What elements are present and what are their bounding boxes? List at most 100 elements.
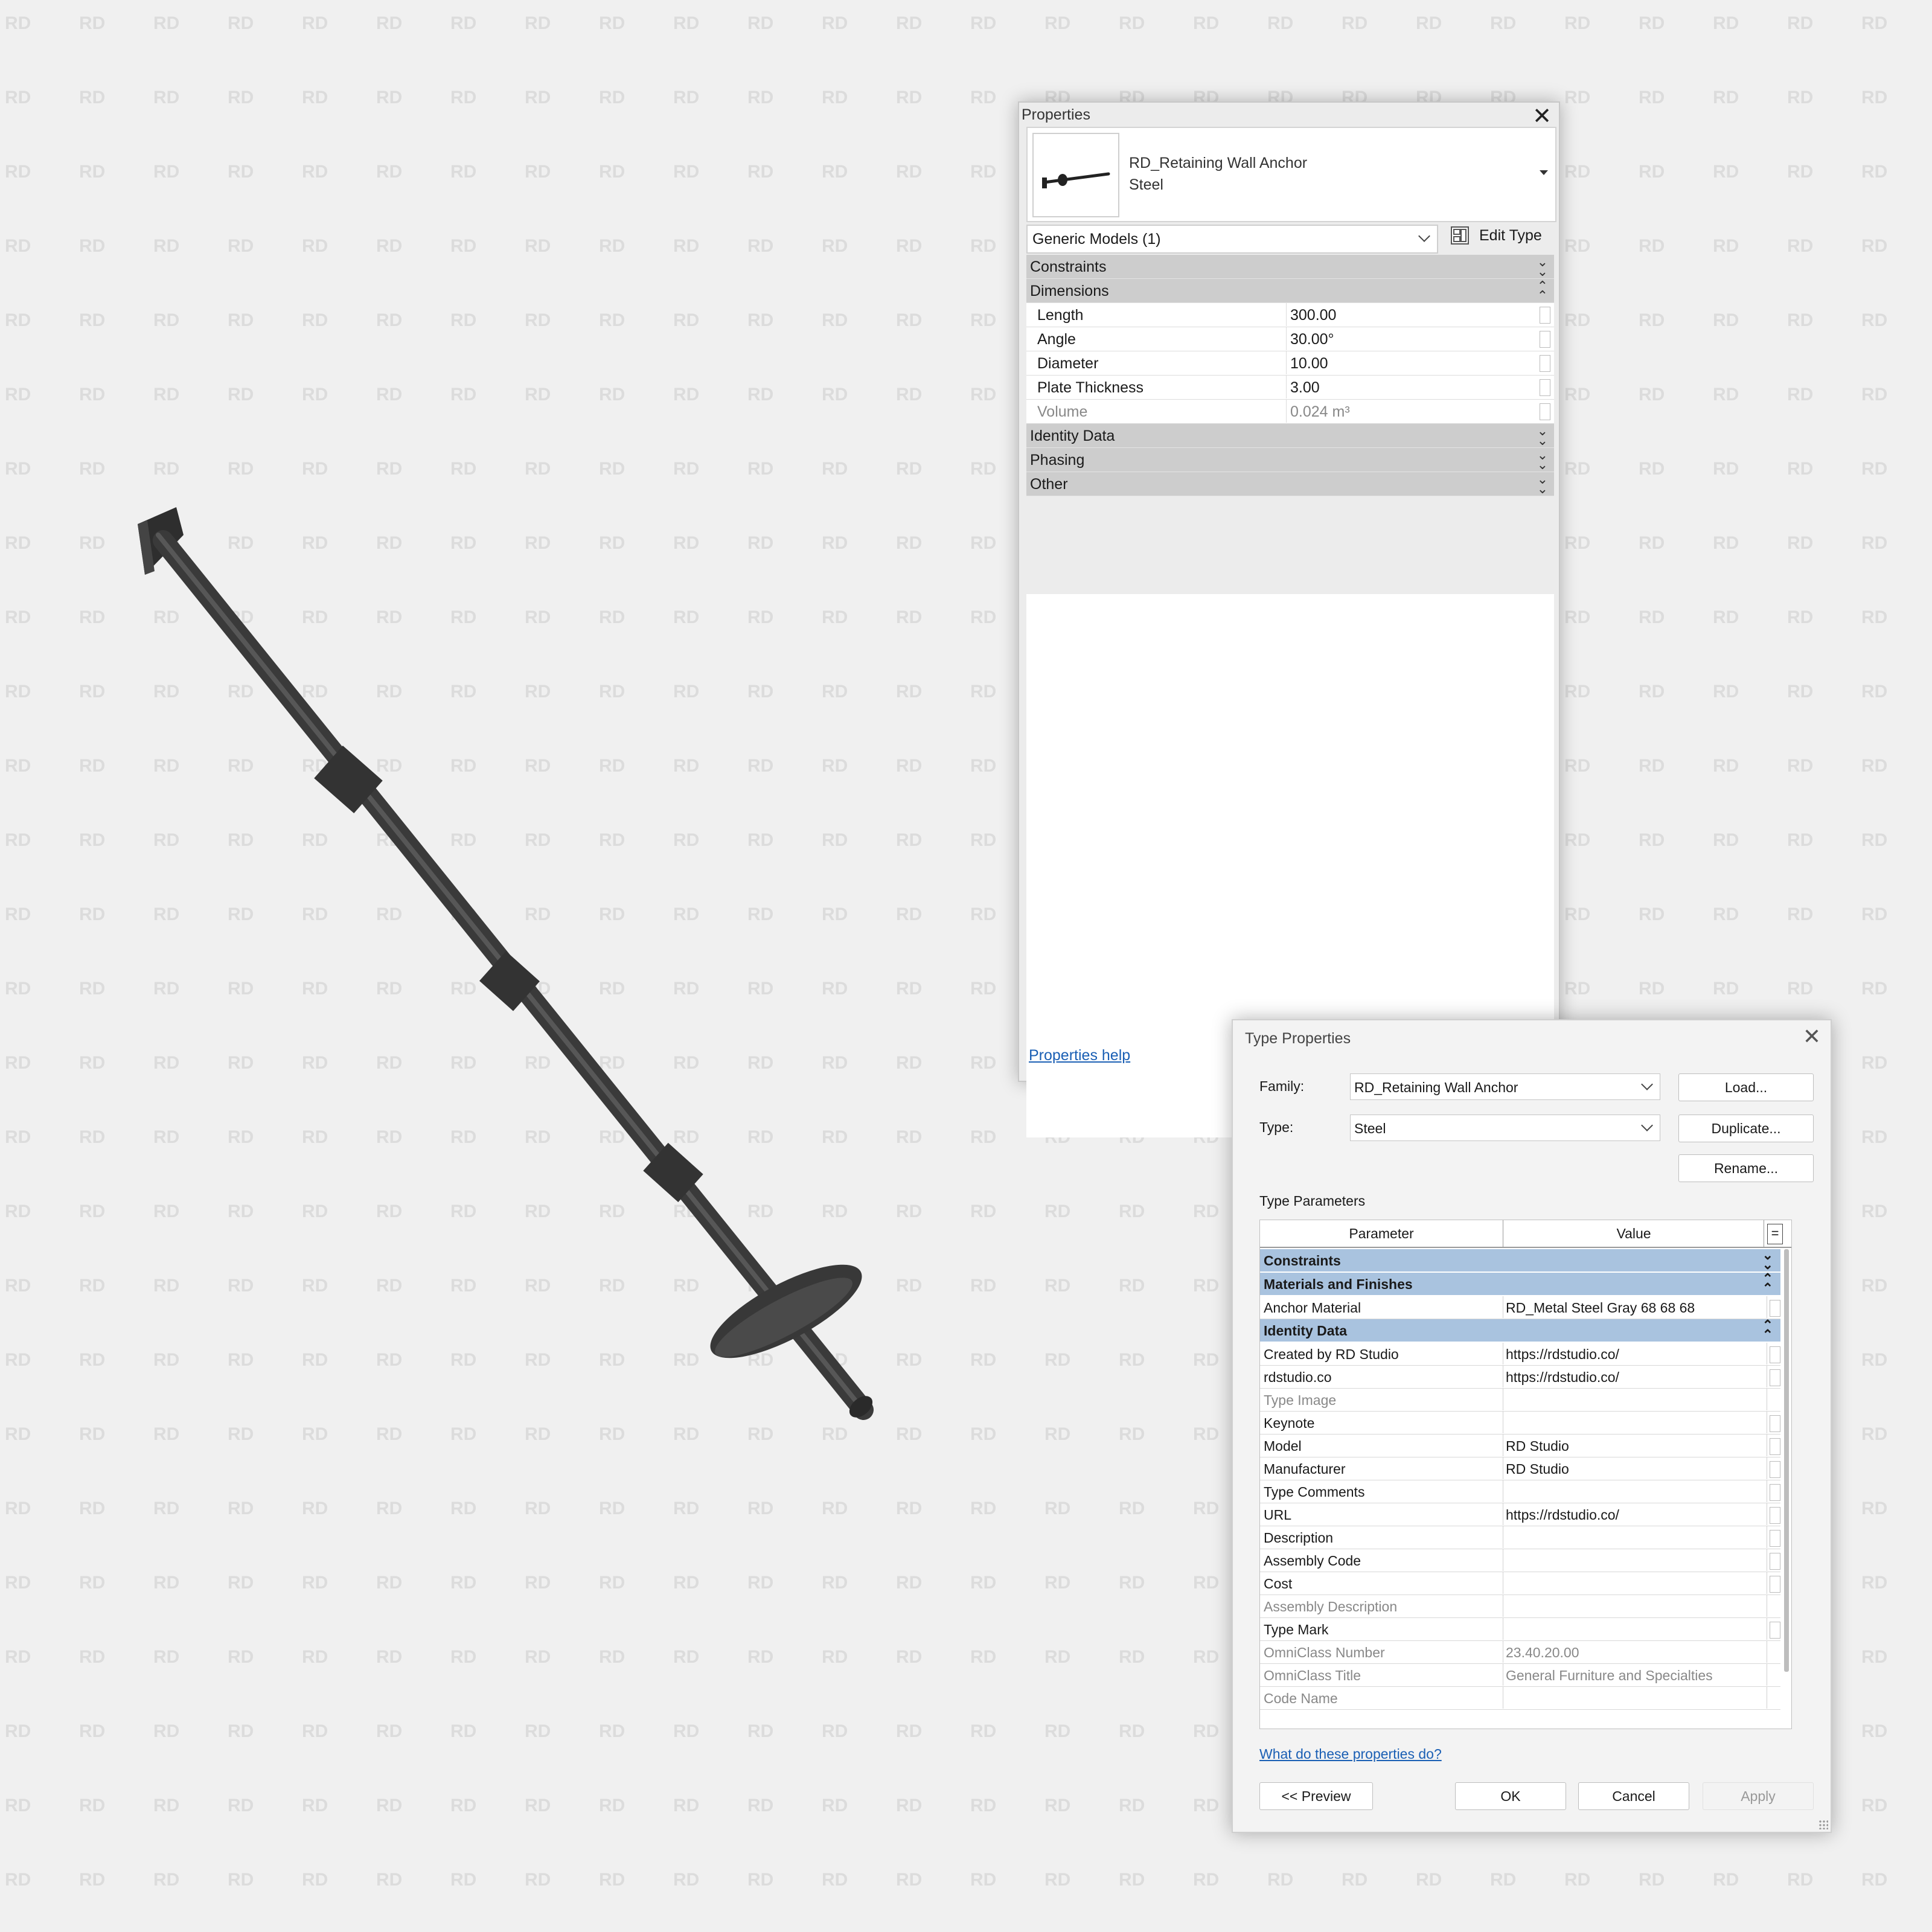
load-button[interactable]: Load... — [1678, 1073, 1814, 1101]
watermark-text: RD — [1416, 13, 1442, 33]
table-row[interactable]: Description — [1260, 1526, 1780, 1549]
table-group-identity-data[interactable]: Identity Data ⌃ ⌃ — [1260, 1319, 1780, 1343]
parameter-value-field[interactable] — [1503, 1572, 1767, 1594]
watermark-text: RD — [1639, 979, 1665, 999]
3d-viewport[interactable] — [0, 0, 990, 1932]
associate-parameter-button[interactable] — [1770, 1438, 1780, 1455]
column-header-parameter[interactable]: Parameter — [1260, 1220, 1503, 1247]
associate-parameter-button[interactable] — [1770, 1530, 1780, 1547]
close-icon[interactable]: ✕ — [1803, 1024, 1821, 1049]
watermark-text: RD — [1787, 88, 1814, 107]
table-row[interactable]: Assembly Code — [1260, 1549, 1780, 1572]
parameter-value-field[interactable]: RD_Metal Steel Gray 68 68 68 — [1503, 1296, 1767, 1318]
type-select[interactable]: Steel — [1350, 1115, 1660, 1141]
family-select[interactable]: RD_Retaining Wall Anchor — [1350, 1073, 1660, 1100]
property-row-diameter[interactable]: Diameter 10.00 — [1026, 351, 1554, 376]
associate-parameter-button[interactable] — [1770, 1461, 1780, 1478]
category-filter-select[interactable]: Generic Models (1) — [1026, 225, 1438, 254]
associate-parameter-button[interactable] — [1540, 331, 1550, 348]
properties-palette[interactable]: Properties ✕ RD_Retaining Wall Anchor St… — [1018, 101, 1560, 1137]
watermark-text: RD — [1787, 682, 1814, 702]
property-value-field[interactable]: 30.00° — [1286, 327, 1535, 350]
resize-grip-icon[interactable] — [1818, 1820, 1828, 1829]
what-do-these-properties-do-link[interactable]: What do these properties do? — [1259, 1746, 1442, 1762]
parameter-value-field[interactable] — [1503, 1526, 1767, 1548]
table-row[interactable]: Created by RD Studio https://rdstudio.co/ — [1260, 1343, 1780, 1366]
property-row-angle[interactable]: Angle 30.00° — [1026, 327, 1554, 351]
associate-parameter-button[interactable] — [1770, 1576, 1780, 1593]
table-row[interactable]: URL https://rdstudio.co/ — [1260, 1503, 1780, 1526]
collapse-chevron-icon: ⌄ ⌄ — [1537, 472, 1548, 496]
watermark-text: RD — [1044, 1499, 1071, 1518]
group-other[interactable]: Other ⌄ ⌄ — [1026, 472, 1554, 496]
associate-parameter-button[interactable] — [1540, 379, 1550, 396]
parameter-value-field[interactable]: https://rdstudio.co/ — [1503, 1503, 1767, 1525]
type-parameters-table[interactable]: Parameter Value = Constraints ⌄ ⌄ Materials… — [1259, 1220, 1792, 1729]
duplicate-button[interactable]: Duplicate... — [1678, 1115, 1814, 1142]
parameter-value-field[interactable] — [1503, 1618, 1767, 1640]
group-dimensions[interactable]: Dimensions ⌃ ⌃ — [1026, 279, 1554, 303]
associate-parameter-button[interactable] — [1770, 1553, 1780, 1570]
group-constraints[interactable]: Constraints ⌄ ⌄ — [1026, 255, 1554, 279]
parameter-value-field — [1503, 1389, 1767, 1410]
parameter-value-field[interactable]: https://rdstudio.co/ — [1503, 1343, 1767, 1364]
table-body[interactable]: Constraints ⌄ ⌄ Materials and Finishes ⌃ ⌃ Anc… — [1260, 1249, 1780, 1710]
watermark-text: RD — [1639, 385, 1665, 405]
table-row[interactable]: Manufacturer RD Studio — [1260, 1457, 1780, 1480]
table-row[interactable]: Cost — [1260, 1572, 1780, 1595]
close-icon[interactable]: ✕ — [1532, 103, 1552, 130]
collapse-chevron-icon: ⌄ ⌄ — [1762, 1247, 1773, 1272]
rename-button[interactable]: Rename... — [1678, 1154, 1814, 1182]
associate-parameter-button[interactable] — [1770, 1622, 1780, 1639]
associate-parameter-button[interactable] — [1770, 1300, 1780, 1317]
anchor-model[interactable] — [138, 507, 877, 1422]
associate-parameter-button[interactable] — [1770, 1484, 1780, 1501]
associate-parameter-button[interactable] — [1770, 1369, 1780, 1386]
ok-button[interactable]: OK — [1455, 1782, 1566, 1810]
table-group-materials-and-finishes[interactable]: Materials and Finishes ⌃ ⌃ — [1260, 1272, 1780, 1296]
parameter-value-field[interactable] — [1503, 1412, 1767, 1433]
group-phasing[interactable]: Phasing ⌄ ⌄ — [1026, 448, 1554, 472]
column-header-formula[interactable]: = — [1767, 1224, 1783, 1244]
table-row[interactable]: rdstudio.co https://rdstudio.co/ — [1260, 1366, 1780, 1389]
associate-parameter-button[interactable] — [1770, 1415, 1780, 1432]
property-row-plate-thickness[interactable]: Plate Thickness 3.00 — [1026, 376, 1554, 400]
preview-button[interactable]: << Preview — [1259, 1782, 1373, 1810]
parameter-value-field[interactable] — [1503, 1549, 1767, 1571]
associate-parameter-button[interactable] — [1540, 355, 1550, 372]
dropdown-arrow-icon[interactable] — [1540, 170, 1548, 175]
property-value-field[interactable]: 10.00 — [1286, 351, 1535, 374]
type-properties-dialog[interactable]: Type Properties ✕ Family: RD_Retaining W… — [1232, 1019, 1832, 1833]
group-identity-data[interactable]: Identity Data ⌄ ⌄ — [1026, 424, 1554, 448]
table-row[interactable]: Keynote — [1260, 1412, 1780, 1435]
watermark-text: RD — [1639, 162, 1665, 182]
table-row[interactable]: Anchor Material RD_Metal Steel Gray 68 68… — [1260, 1296, 1780, 1319]
associate-parameter-button[interactable] — [1540, 403, 1550, 420]
cancel-button[interactable]: Cancel — [1578, 1782, 1689, 1810]
parameter-value-field[interactable]: RD Studio — [1503, 1435, 1767, 1456]
column-header-value[interactable]: Value — [1504, 1220, 1764, 1247]
properties-grid[interactable]: Constraints ⌄ ⌄ Dimensions ⌃ ⌃ Length 300.… — [1026, 255, 1554, 496]
table-group-constraints[interactable]: Constraints ⌄ ⌄ — [1260, 1249, 1780, 1273]
watermark-text: RD — [1044, 1573, 1071, 1593]
type-selector[interactable]: RD_Retaining Wall Anchor Steel — [1026, 127, 1556, 222]
parameter-value-field[interactable]: https://rdstudio.co/ — [1503, 1366, 1767, 1387]
associate-parameter-button[interactable] — [1540, 307, 1550, 324]
vertical-scrollbar[interactable] — [1784, 1249, 1789, 1672]
parameter-name: Type Mark — [1264, 1622, 1329, 1637]
edit-type-icon — [1451, 226, 1469, 245]
property-row-length[interactable]: Length 300.00 — [1026, 303, 1554, 327]
parameter-value-field[interactable] — [1503, 1480, 1767, 1502]
associate-parameter-button[interactable] — [1770, 1507, 1780, 1524]
table-row: OmniClass Title General Furniture and Spe… — [1260, 1664, 1780, 1687]
watermark-text: RD — [1639, 1870, 1665, 1890]
table-row[interactable]: Type Mark — [1260, 1618, 1780, 1641]
table-row[interactable]: Model RD Studio — [1260, 1435, 1780, 1457]
parameter-value-field[interactable]: RD Studio — [1503, 1457, 1767, 1479]
apply-button[interactable]: Apply — [1703, 1782, 1814, 1810]
properties-help-link[interactable]: Properties help — [1029, 1047, 1130, 1064]
table-row[interactable]: Type Comments — [1260, 1480, 1780, 1503]
associate-parameter-button[interactable] — [1770, 1346, 1780, 1363]
property-value-field[interactable]: 300.00 — [1286, 303, 1535, 326]
property-value-field[interactable]: 3.00 — [1286, 376, 1535, 398]
